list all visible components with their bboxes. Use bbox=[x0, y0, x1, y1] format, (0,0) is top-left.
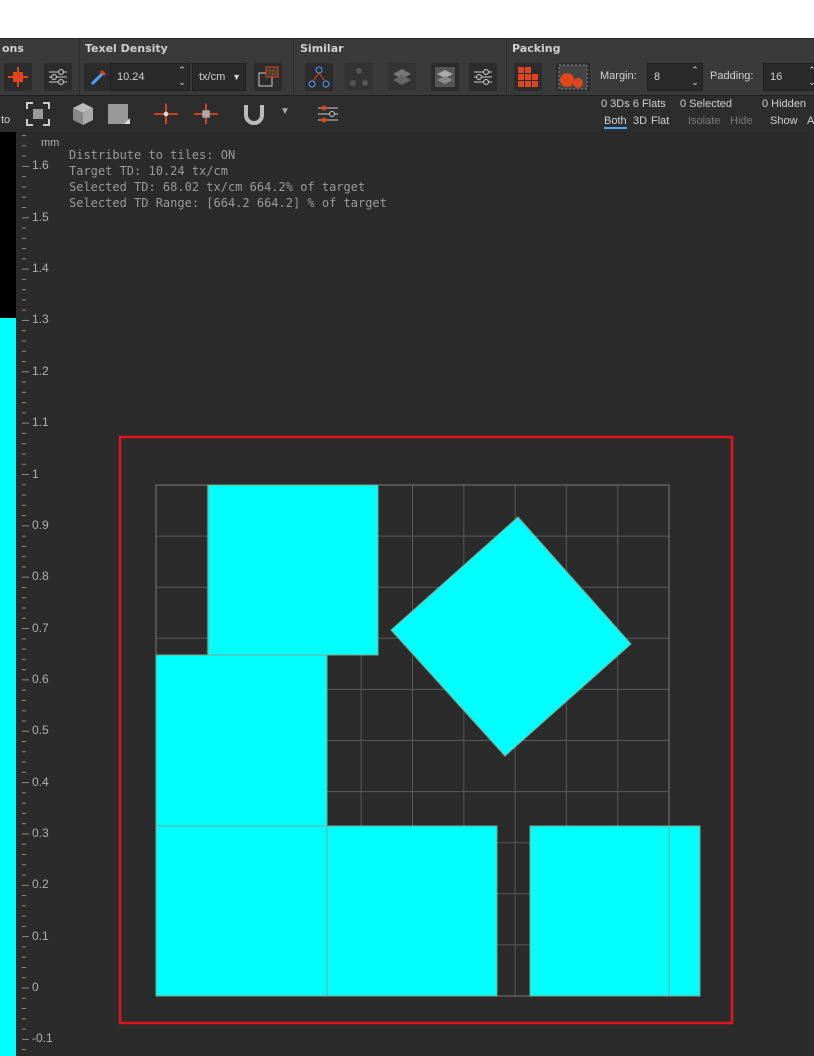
texel-density-title: Texel Density bbox=[85, 42, 168, 55]
selected-count: 0 Selected bbox=[680, 98, 732, 110]
packing-group: Packing Margin: 8 ⌃ ⌄ Padding: 16 ⌃ ⌄ bbox=[508, 39, 814, 97]
view-toolbar: to ▼ 0 3Ds 6 Flats 0 Selected 0 Hidden B… bbox=[0, 96, 814, 132]
padding-input[interactable]: 16 ⌃ ⌄ bbox=[763, 63, 814, 91]
texel-unit-value: tx/cm bbox=[199, 71, 226, 83]
similar-nodes-disabled-button[interactable] bbox=[345, 63, 373, 91]
padding-label: Padding: bbox=[710, 70, 754, 82]
center-icon bbox=[153, 103, 179, 125]
set-td-icon: TD bbox=[258, 66, 279, 87]
hide-button[interactable]: Hide bbox=[730, 115, 753, 127]
similar-nodes-icon bbox=[308, 66, 330, 88]
options-settings-button[interactable] bbox=[44, 63, 72, 91]
uv-island-bottom-right[interactable] bbox=[529, 825, 701, 997]
view-settings-button[interactable] bbox=[314, 100, 342, 128]
snap-dropdown-arrow[interactable]: ▼ bbox=[280, 106, 290, 117]
margin-value: 8 bbox=[654, 71, 661, 83]
uv-island-rotated-diamond[interactable] bbox=[390, 516, 632, 757]
uv-island-bottom-center[interactable] bbox=[326, 825, 498, 997]
frame-icon bbox=[26, 102, 50, 126]
frame-button[interactable] bbox=[24, 100, 52, 128]
nodes-icon bbox=[350, 68, 368, 86]
show-button[interactable]: Show bbox=[770, 115, 798, 127]
snap-button[interactable] bbox=[240, 100, 268, 128]
left-panel-uv-preview bbox=[0, 318, 16, 1056]
layers-icon bbox=[393, 69, 411, 85]
uv-island-bottom-left[interactable] bbox=[155, 825, 328, 997]
flat-view-button[interactable] bbox=[104, 100, 132, 128]
texel-density-group: Texel Density 10.24 ⌃ ⌄ tx/cm ▼ TD bbox=[80, 39, 294, 97]
padding-value: 16 bbox=[770, 71, 783, 83]
similar-settings-button[interactable] bbox=[469, 63, 497, 91]
orient-button[interactable] bbox=[4, 63, 32, 91]
sliders-icon bbox=[318, 105, 338, 123]
select-similar-button[interactable] bbox=[305, 63, 333, 91]
pack-tiles-button[interactable] bbox=[556, 63, 590, 91]
options-group-title: ons bbox=[2, 42, 24, 55]
sliders-icon bbox=[474, 69, 492, 85]
isolate-button[interactable]: Isolate bbox=[688, 115, 720, 127]
margin-spinner[interactable]: ⌃ ⌄ bbox=[690, 64, 700, 88]
uv-island-mid-left[interactable] bbox=[155, 654, 328, 827]
counts-label: 0 3Ds 6 Flats bbox=[601, 98, 666, 110]
options-group: ons bbox=[0, 39, 80, 97]
uv-island-top-square[interactable] bbox=[207, 484, 379, 656]
packing-title: Packing bbox=[512, 42, 561, 55]
stack-layers-icon bbox=[435, 67, 455, 87]
filter-3d[interactable]: 3D bbox=[633, 115, 647, 127]
margin-input[interactable]: 8 ⌃ ⌄ bbox=[647, 63, 703, 91]
left-panel-strip bbox=[0, 132, 16, 1056]
set-td-button[interactable]: TD bbox=[254, 63, 282, 91]
sliders-icon bbox=[49, 69, 67, 85]
truncated-a-button[interactable]: A bbox=[807, 115, 814, 127]
filter-flat[interactable]: Flat bbox=[651, 115, 669, 127]
pack-blocks-icon bbox=[518, 67, 538, 87]
margin-label: Margin: bbox=[600, 70, 637, 82]
pack-tiles-icon bbox=[558, 64, 588, 90]
similar-group: Similar bbox=[295, 39, 507, 97]
filter-both[interactable]: Both bbox=[604, 115, 627, 129]
hidden-count: 0 Hidden bbox=[762, 98, 807, 110]
texel-unit-select[interactable]: tx/cm ▼ bbox=[192, 63, 246, 91]
left-truncated-label: to bbox=[1, 114, 11, 126]
eyedropper-button[interactable] bbox=[84, 63, 112, 91]
magnet-icon bbox=[244, 105, 264, 125]
padding-spinner[interactable]: ⌃ ⌄ bbox=[807, 64, 814, 88]
stack-button[interactable] bbox=[388, 63, 416, 91]
main-toolbar: ons Texel Density 10.24 ⌃ ⌄ tx/cm ▼ TD Si… bbox=[0, 38, 814, 97]
uv-canvas[interactable] bbox=[22, 132, 814, 1056]
center-3d-button[interactable] bbox=[192, 100, 220, 128]
stack-all-button[interactable] bbox=[431, 63, 459, 91]
eyedropper-icon bbox=[90, 69, 107, 86]
svg-text:TD: TD bbox=[267, 70, 276, 77]
uv-viewport[interactable]: mm Distribute to tiles: ON Target TD: 10… bbox=[22, 132, 814, 1056]
3d-view-button[interactable] bbox=[69, 100, 97, 128]
square-icon bbox=[108, 104, 130, 124]
texel-density-value: 10.24 bbox=[117, 71, 145, 83]
cube-icon bbox=[73, 103, 93, 125]
center-button[interactable] bbox=[152, 100, 180, 128]
similar-title: Similar bbox=[300, 42, 344, 55]
center-3d-icon bbox=[193, 103, 219, 125]
texel-spinner[interactable]: ⌃ ⌄ bbox=[177, 64, 187, 88]
texel-density-input[interactable]: 10.24 ⌃ ⌄ bbox=[110, 63, 190, 91]
chevron-down-icon: ▼ bbox=[232, 72, 241, 82]
pack-button[interactable] bbox=[514, 63, 542, 91]
orient-icon bbox=[8, 67, 28, 87]
